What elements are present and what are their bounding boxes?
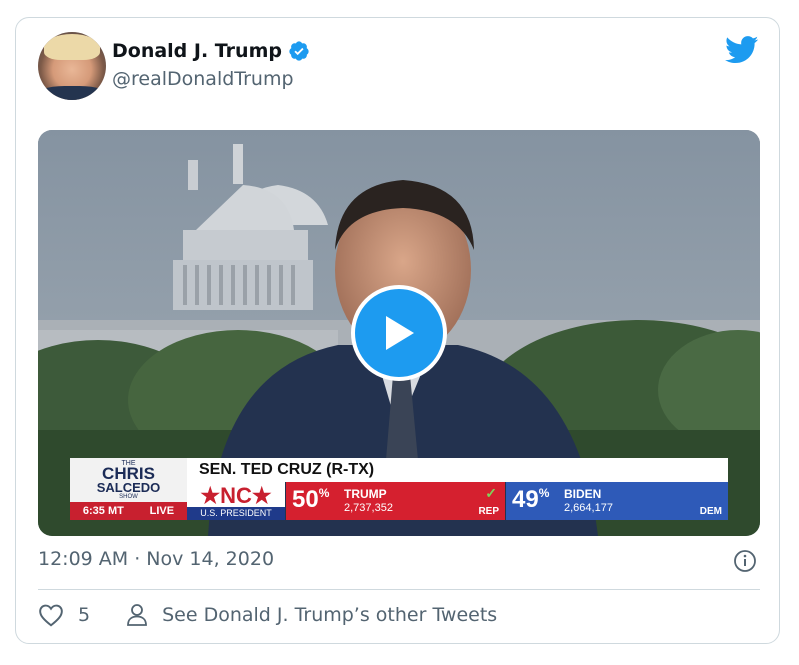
rep-percent-symbol: % [318,486,330,500]
dem-result: 49% BIDEN 2,664,177 DEM [506,482,728,520]
display-name[interactable]: Donald J. Trump [112,40,282,62]
rep-result: 50% TRUMP 2,737,352 ✓ REP [286,482,505,520]
divider [38,589,760,590]
winner-check-icon: ✓ [485,485,497,501]
like-button[interactable]: 5 [38,603,90,627]
tweet-card: Donald J. Trump @realDonaldTrump THE CHR… [15,17,780,644]
state-name: ★NC★ [200,483,272,508]
rep-votes: 2,737,352 [344,502,393,514]
video-player[interactable]: THE CHRIS SALCEDO SHOW 6:35 MT LIVE SEN.… [38,130,760,536]
handle[interactable]: @realDonaldTrump [112,68,294,90]
show-name-line2: SALCEDO [96,480,161,495]
live-label: LIVE [149,505,175,517]
rep-candidate: TRUMP [344,487,387,501]
dem-votes: 2,664,177 [564,502,613,514]
rep-party: REP [478,506,499,517]
see-other-tweets-label: See Donald J. Trump’s other Tweets [162,604,498,626]
dem-party: DEM [699,506,722,517]
show-logo: THE CHRIS SALCEDO SHOW 6:35 MT LIVE [70,458,187,520]
avatar-hair [44,34,100,60]
broadcast-time-bar: 6:35 MT LIVE [70,502,187,520]
verified-badge-icon [289,41,309,61]
twitter-bird-icon[interactable] [725,36,759,64]
headline-bar: SEN. TED CRUZ (R-TX) [187,458,728,482]
play-icon [386,316,414,350]
tweet-timestamp[interactable]: 12:09 AM · Nov 14, 2020 [38,548,274,570]
tweet-actions: 5 See Donald J. Trump’s other Tweets [38,603,497,627]
like-count: 5 [78,604,91,626]
dem-percent: 49% [512,486,549,514]
broadcast-time: 6:35 MT [82,505,124,517]
rep-percent: 50% [292,486,329,514]
dem-candidate: BIDEN [564,487,602,501]
heart-icon [39,604,63,627]
avatar[interactable] [38,32,106,100]
show-sub: SHOW [119,494,138,500]
see-other-tweets-link[interactable]: See Donald J. Trump’s other Tweets [126,603,497,627]
rep-percent-value: 50 [292,486,319,513]
author-name-row[interactable]: Donald J. Trump [112,40,310,62]
info-icon[interactable] [733,549,757,573]
person-icon [127,604,147,626]
play-button[interactable] [351,285,447,381]
dem-percent-symbol: % [538,486,550,500]
dem-percent-value: 49 [512,486,539,513]
state-box: ★NC★ U.S. PRESIDENT [187,482,285,520]
show-title: THE CHRIS SALCEDO SHOW [70,458,187,502]
race-label: U.S. PRESIDENT [187,507,285,520]
news-lower-third: THE CHRIS SALCEDO SHOW 6:35 MT LIVE SEN.… [70,458,728,520]
avatar-suit [38,86,106,100]
